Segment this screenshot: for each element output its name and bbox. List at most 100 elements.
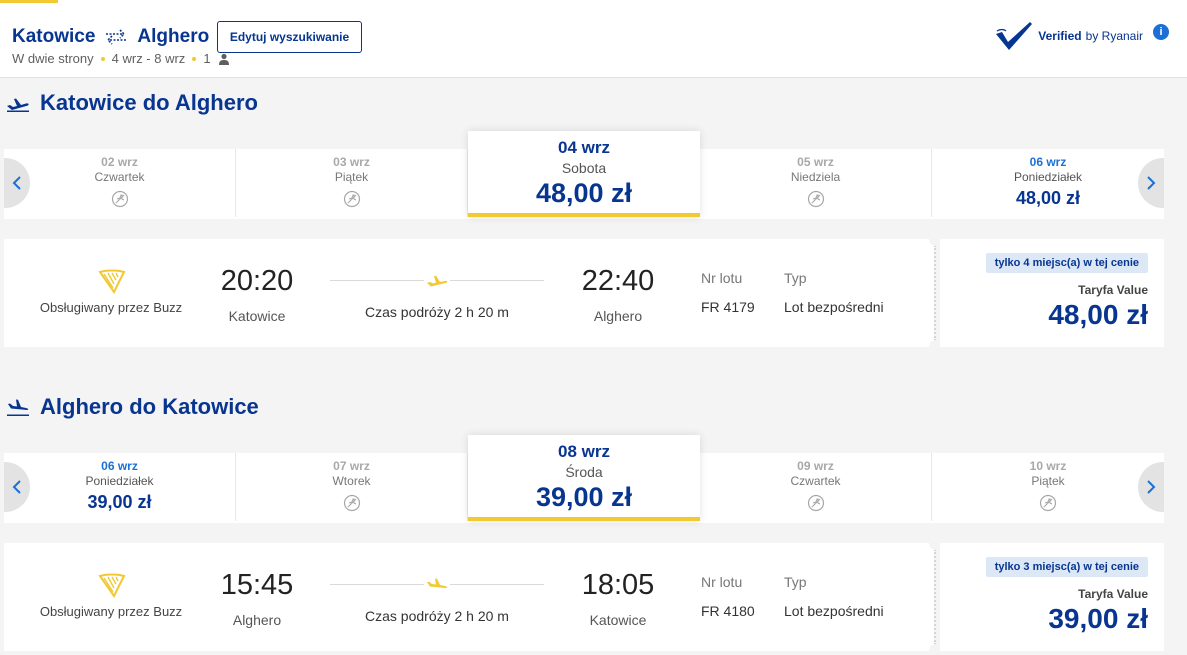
- date-label: 10 wrz: [1029, 459, 1067, 473]
- separator-dot: [100, 56, 105, 61]
- no-flight-icon: [343, 494, 360, 512]
- flight-type-label: Typ: [784, 270, 807, 286]
- weekday-label: Sobota: [561, 160, 607, 176]
- trip-dates: 4 wrz - 8 wrz: [111, 51, 186, 66]
- flight-number-label: Nr lotu: [701, 270, 743, 286]
- fare-price: 48,00 zł: [1048, 299, 1148, 330]
- flight-duration: Czas podróży 2 h 20 m: [365, 304, 509, 320]
- date-price: 48,00 zł: [1015, 188, 1081, 208]
- outbound-title: Katowice do Alghero: [6, 90, 258, 116]
- chevron-left-icon: [12, 480, 21, 494]
- operator-label: Obsługiwany przez Buzz: [39, 300, 183, 315]
- outbound-title-text: Katowice do Alghero: [40, 90, 258, 115]
- chevron-right-icon: [1147, 176, 1156, 190]
- flight-number: FR 4180: [701, 603, 755, 619]
- no-flight-icon: [111, 190, 128, 208]
- date-label: 03 wrz: [333, 155, 370, 169]
- route-title: Katowice Alghero: [12, 26, 209, 48]
- no-flight-icon: [343, 190, 360, 208]
- round-trip-arrows-icon: [106, 29, 127, 45]
- date-label: 05 wrz: [797, 155, 834, 169]
- outbound-date-05[interactable]: 05 wrz Niedziela: [700, 149, 932, 217]
- flight-type-label: Typ: [784, 574, 807, 590]
- inbound-title-text: Alghero do Katowice: [40, 394, 259, 419]
- flight-type: Lot bezpośredni: [784, 603, 884, 619]
- plane-icon: [424, 272, 450, 290]
- plane-icon: [424, 576, 450, 594]
- weekday-label: Poniedziałek: [85, 474, 154, 488]
- arrival-time: 22:40: [581, 265, 655, 297]
- date-price: 39,00 zł: [535, 482, 633, 512]
- ticket-perforation: [934, 549, 936, 645]
- inbound-date-10[interactable]: 10 wrz Piątek: [932, 453, 1164, 521]
- fare-panel[interactable]: tylko 4 miejsc(a) w tej cenie Taryfa Val…: [940, 239, 1164, 347]
- date-label: 02 wrz: [101, 155, 138, 169]
- weekday-label: Poniedziałek: [1013, 170, 1083, 184]
- trip-header: Katowice Alghero W dwie strony 4 wrz - 8…: [0, 0, 1187, 78]
- flight-details: Obsługiwany przez Buzz 15:45 Alghero Cza…: [4, 543, 934, 651]
- verified-check-icon: [996, 22, 1033, 50]
- outbound-date-carousel: 02 wrz Czwartek 03 wrz Piątek 04 wrz Sob…: [4, 131, 1164, 219]
- inbound-date-09[interactable]: 09 wrz Czwartek: [700, 453, 932, 521]
- person-icon: [218, 53, 229, 65]
- ryanair-harp-logo-icon: [98, 573, 126, 598]
- flight-details: Obsługiwany przez Buzz 20:20 Katowice Cz…: [4, 239, 934, 347]
- ryanair-harp-logo-icon: [98, 269, 126, 294]
- outbound-date-02[interactable]: 02 wrz Czwartek: [4, 149, 236, 217]
- operator-label: Obsługiwany przez Buzz: [39, 604, 183, 619]
- weekday-label: Piątek: [334, 170, 369, 184]
- outbound-date-06[interactable]: 06 wrz Poniedziałek 48,00 zł: [932, 149, 1164, 217]
- departure-time: 20:20: [220, 265, 294, 297]
- weekday-label: Czwartek: [790, 474, 841, 488]
- inbound-date-carousel: 06 wrz Poniedziałek 39,00 zł 07 wrz Wtor…: [4, 435, 1164, 523]
- no-flight-icon: [1039, 494, 1057, 512]
- trip-summary: W dwie strony 4 wrz - 8 wrz 1: [12, 51, 230, 66]
- inbound-date-07[interactable]: 07 wrz Wtorek: [236, 453, 468, 521]
- flight-number: FR 4179: [701, 299, 755, 315]
- trip-type: W dwie strony: [12, 51, 94, 66]
- departure-city: Katowice: [228, 308, 286, 324]
- chevron-left-icon: [12, 176, 21, 190]
- weekday-label: Piątek: [1031, 474, 1065, 488]
- date-label: 04 wrz: [558, 138, 610, 157]
- info-icon[interactable]: i: [1153, 24, 1169, 40]
- outbound-date-04-selected[interactable]: 04 wrz Sobota 48,00 zł: [468, 131, 700, 217]
- selected-indicator: [468, 213, 700, 217]
- takeoff-icon: [7, 98, 29, 112]
- edit-search-button[interactable]: Edytuj wyszukiwanie: [217, 21, 362, 53]
- date-label: 09 wrz: [797, 459, 834, 473]
- departure-time: 15:45: [220, 569, 294, 601]
- flight-duration: Czas podróży 2 h 20 m: [365, 608, 509, 624]
- fare-name: Taryfa Value: [1078, 587, 1148, 601]
- weekday-label: Środa: [565, 464, 603, 480]
- header-accent-bar: [0, 0, 58, 3]
- date-price: 48,00 zł: [535, 178, 633, 208]
- fare-panel[interactable]: tylko 3 miejsc(a) w tej cenie Taryfa Val…: [940, 543, 1164, 651]
- seats-left-badge: tylko 3 miejsc(a) w tej cenie: [985, 557, 1148, 577]
- destination-city: Alghero: [137, 26, 210, 47]
- inbound-date-08-selected[interactable]: 08 wrz Środa 39,00 zł: [468, 435, 700, 521]
- seats-left-badge: tylko 4 miejsc(a) w tej cenie: [985, 253, 1148, 273]
- outbound-flight-card[interactable]: Obsługiwany przez Buzz 20:20 Katowice Cz…: [4, 239, 1164, 347]
- inbound-flight-card[interactable]: Obsługiwany przez Buzz 15:45 Alghero Cza…: [4, 543, 1164, 651]
- weekday-label: Wtorek: [332, 474, 371, 488]
- date-label: 06 wrz: [101, 459, 138, 473]
- selected-indicator: [468, 517, 700, 521]
- date-price: 39,00 zł: [87, 492, 152, 512]
- fare-price: 39,00 zł: [1048, 603, 1148, 634]
- date-label: 06 wrz: [1029, 155, 1067, 169]
- arrival-city: Katowice: [589, 612, 647, 628]
- inbound-title: Alghero do Katowice: [6, 394, 259, 420]
- flight-type: Lot bezpośredni: [784, 299, 884, 315]
- weekday-label: Czwartek: [94, 170, 145, 184]
- no-flight-icon: [807, 494, 824, 512]
- inbound-date-06[interactable]: 06 wrz Poniedziałek 39,00 zł: [4, 453, 236, 521]
- fare-name: Taryfa Value: [1078, 283, 1148, 297]
- separator-dot: [192, 56, 197, 61]
- origin-city: Katowice: [12, 26, 96, 47]
- outbound-date-03[interactable]: 03 wrz Piątek: [236, 149, 468, 217]
- arrival-city: Alghero: [593, 308, 643, 324]
- arrival-time: 18:05: [581, 569, 655, 601]
- date-label: 07 wrz: [333, 459, 370, 473]
- verified-by-ryanair: Verified by Ryanair i: [994, 20, 1169, 52]
